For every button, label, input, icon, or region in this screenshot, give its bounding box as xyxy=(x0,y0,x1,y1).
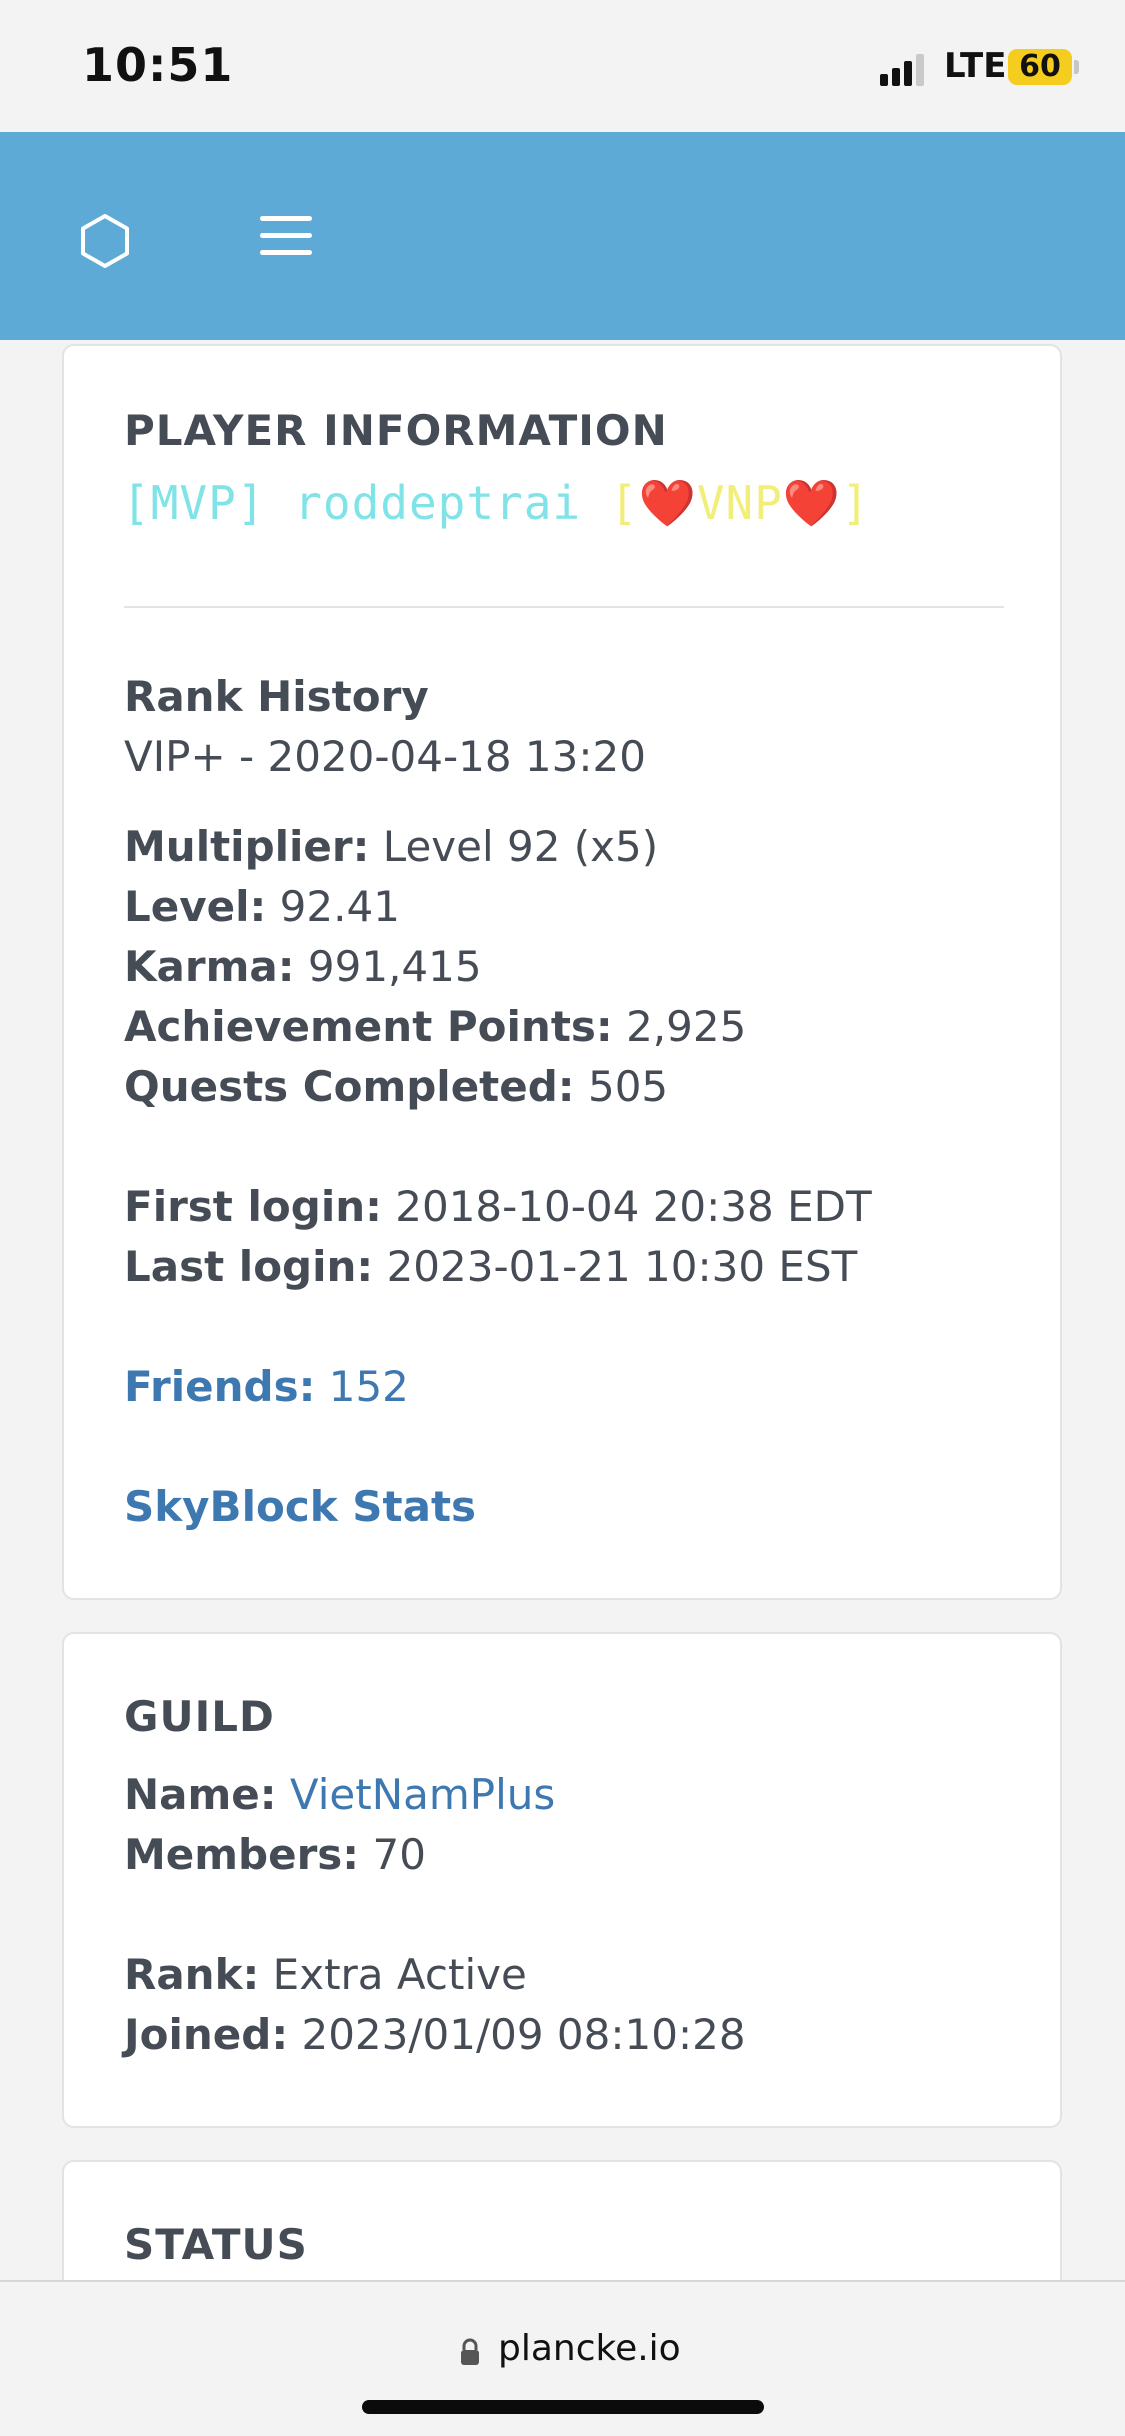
status-time: 10:51 xyxy=(82,38,234,92)
network-type: LTE xyxy=(944,46,1007,86)
first-login-value: 2018-10-04 20:38 EDT xyxy=(395,1182,872,1231)
achievement-points-value: 2,925 xyxy=(626,1002,747,1051)
status-bar: 10:51 LTE 60 xyxy=(0,0,1125,132)
level-row: Level: 92.41 xyxy=(124,882,400,931)
hexagon-logo-icon[interactable] xyxy=(76,212,134,270)
guild-members-row: Members: 70 xyxy=(124,1830,426,1879)
multiplier-row: Multiplier: Level 92 (x5) xyxy=(124,822,658,871)
guild-tag-close: ] xyxy=(841,476,870,530)
friends-count: 152 xyxy=(328,1362,409,1411)
first-login-row: First login: 2018-10-04 20:38 EDT xyxy=(124,1182,872,1231)
karma-label: Karma: xyxy=(124,942,295,991)
karma-row: Karma: 991,415 xyxy=(124,942,482,991)
site-navbar xyxy=(0,132,1125,340)
url-text[interactable]: plancke.io xyxy=(498,2328,681,2369)
guild-tag-text: VNP xyxy=(696,476,783,530)
quests-completed-value: 505 xyxy=(587,1062,669,1111)
guild-name-link[interactable]: VietNamPlus xyxy=(290,1770,555,1819)
karma-value: 991,415 xyxy=(307,942,482,991)
guild-name-label: Name: xyxy=(124,1770,277,1819)
browser-address-bar[interactable]: plancke.io xyxy=(0,2280,1125,2436)
guild-members-label: Members: xyxy=(124,1830,360,1879)
first-login-label: First login: xyxy=(124,1182,382,1231)
guild-rank-row: Rank: Extra Active xyxy=(124,1950,527,1999)
hamburger-menu-icon[interactable] xyxy=(260,216,312,256)
level-value: 92.41 xyxy=(279,882,400,931)
multiplier-label: Multiplier: xyxy=(124,822,370,871)
last-login-label: Last login: xyxy=(124,1242,374,1291)
guild-card: GUILD Name: VietNamPlus Members: 70 Rank… xyxy=(62,1632,1062,2128)
achievement-points-label: Achievement Points: xyxy=(124,1002,613,1051)
guild-name-row: Name: VietNamPlus xyxy=(124,1770,555,1819)
guild-members-value: 70 xyxy=(372,1830,426,1879)
heart-icon: ❤️ xyxy=(638,476,697,530)
battery-icon: 60 xyxy=(1008,49,1072,85)
status-title: STATUS xyxy=(124,2220,308,2269)
guild-rank-label: Rank: xyxy=(124,1950,260,1999)
battery-level: 60 xyxy=(1019,49,1061,84)
guild-title: GUILD xyxy=(124,1692,275,1741)
friends-link[interactable]: Friends: 152 xyxy=(124,1362,409,1411)
friends-label: Friends: xyxy=(124,1362,316,1411)
heart-icon: ❤️ xyxy=(782,476,842,530)
guild-joined-label: Joined: xyxy=(124,2010,289,2059)
player-username: roddeptrai xyxy=(294,476,582,530)
achievement-points-row: Achievement Points: 2,925 xyxy=(124,1002,746,1051)
last-login-value: 2023-01-21 10:30 EST xyxy=(386,1242,858,1291)
rank-history-heading: Rank History xyxy=(124,672,429,721)
player-display-name: [MVP] roddeptrai [❤️VNP❤️] xyxy=(122,476,870,531)
battery-tip xyxy=(1074,60,1079,74)
multiplier-value: Level 92 (x5) xyxy=(382,822,659,871)
guild-joined-value: 2023/01/09 08:10:28 xyxy=(301,2010,746,2059)
lock-icon xyxy=(461,2338,479,2365)
player-divider xyxy=(124,606,1004,608)
guild-rank-value: Extra Active xyxy=(272,1950,527,1999)
quests-completed-label: Quests Completed: xyxy=(124,1062,575,1111)
guild-tag-open: [ xyxy=(609,476,639,530)
cellular-signal-icon xyxy=(880,52,924,86)
level-label: Level: xyxy=(124,882,267,931)
player-information-title: PLAYER INFORMATION xyxy=(124,406,668,455)
player-rank-prefix: [MVP] xyxy=(122,476,266,530)
skyblock-stats-link[interactable]: SkyBlock Stats xyxy=(124,1482,476,1531)
home-indicator[interactable] xyxy=(362,2400,764,2414)
last-login-row: Last login: 2023-01-21 10:30 EST xyxy=(124,1242,857,1291)
quests-completed-row: Quests Completed: 505 xyxy=(124,1062,668,1111)
rank-history-entry: VIP+ - 2020-04-18 13:20 xyxy=(124,732,646,781)
player-information-card: PLAYER INFORMATION [MVP] roddeptrai [❤️V… xyxy=(62,344,1062,1600)
guild-joined-row: Joined: 2023/01/09 08:10:28 xyxy=(124,2010,746,2059)
